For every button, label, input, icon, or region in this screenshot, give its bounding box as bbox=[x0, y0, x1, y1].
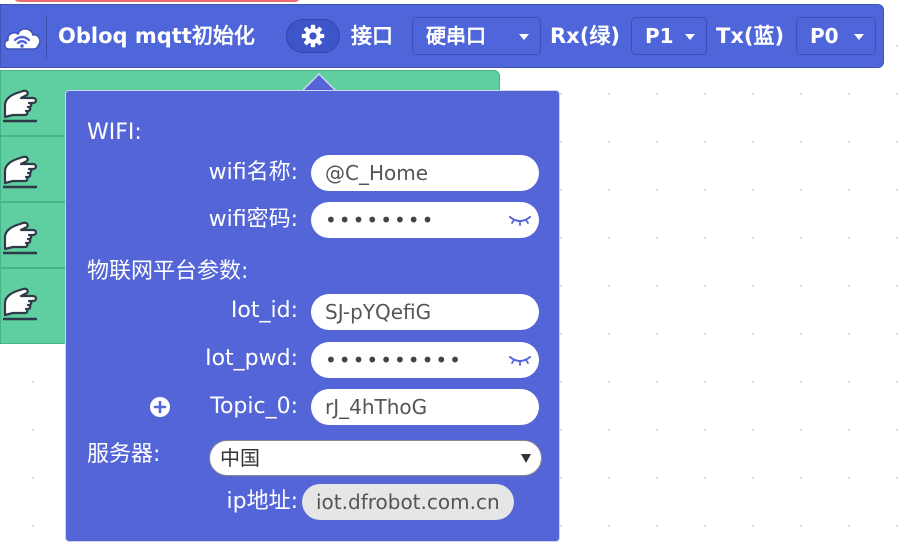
server-select-value: 中国 bbox=[220, 446, 260, 470]
ip-address-value: iot.dfrobot.com.cn bbox=[316, 490, 500, 514]
wifi-name-value: @C_Home bbox=[325, 161, 429, 185]
server-label: 服务器: bbox=[87, 442, 161, 467]
popup-pointer bbox=[303, 75, 335, 91]
dropdown-arrow-icon bbox=[521, 454, 531, 463]
hand-icon bbox=[3, 89, 38, 123]
rx-dropdown-value: P1 bbox=[645, 24, 674, 48]
topic-field[interactable]: rJ_4hThoG bbox=[311, 389, 539, 425]
topic-label: Topic_0: bbox=[210, 394, 298, 419]
wifi-name-label: wifi名称: bbox=[208, 160, 298, 185]
wifi-section-title: WIFI: bbox=[87, 120, 142, 145]
wifi-password-label: wifi密码: bbox=[208, 207, 298, 232]
rx-label: Rx(绿) bbox=[550, 24, 620, 48]
server-select[interactable]: 中国 bbox=[209, 440, 542, 476]
iot-id-value: SJ-pYQefiG bbox=[325, 300, 432, 324]
eye-closed-icon[interactable] bbox=[509, 214, 531, 226]
plus-icon[interactable] bbox=[149, 396, 171, 418]
interface-dropdown-value: 硬串口 bbox=[426, 24, 486, 48]
settings-gear-button[interactable] bbox=[286, 19, 340, 53]
chevron-down-icon bbox=[854, 34, 864, 40]
ip-label: ip地址: bbox=[226, 489, 299, 514]
iot-id-label: Iot_id: bbox=[230, 298, 298, 323]
tx-dropdown-value: P0 bbox=[810, 24, 839, 48]
red-block-top[interactable] bbox=[12, 0, 302, 2]
hand-icon bbox=[3, 155, 38, 189]
rx-dropdown[interactable]: P1 bbox=[631, 17, 707, 55]
iot-section-title: 物联网平台参数: bbox=[87, 259, 249, 284]
wifi-password-field[interactable]: •••••••• bbox=[311, 202, 539, 238]
iot-id-field[interactable]: SJ-pYQefiG bbox=[311, 294, 539, 330]
wifi-password-value: •••••••• bbox=[325, 208, 436, 232]
iot-password-label: Iot_pwd: bbox=[205, 346, 298, 371]
iot-password-value: •••••••••• bbox=[325, 348, 463, 372]
wifi-name-field[interactable]: @C_Home bbox=[311, 155, 539, 191]
settings-popup: WIFI: wifi名称: @C_Home wifi密码: •••••••• 物… bbox=[65, 90, 560, 542]
eye-closed-icon[interactable] bbox=[509, 354, 531, 366]
interface-dropdown[interactable]: 硬串口 bbox=[412, 17, 541, 55]
ip-address-field: iot.dfrobot.com.cn bbox=[302, 484, 514, 520]
hand-icon bbox=[3, 221, 38, 255]
tx-dropdown[interactable]: P0 bbox=[796, 17, 876, 55]
chevron-down-icon bbox=[519, 34, 529, 40]
chevron-down-icon bbox=[685, 34, 695, 40]
block-title: Obloq mqtt初始化 bbox=[58, 24, 255, 48]
wifi-cloud-icon bbox=[1, 11, 45, 63]
interface-label: 接口 bbox=[351, 24, 393, 48]
hand-icon bbox=[3, 287, 38, 321]
obloq-init-block[interactable]: Obloq mqtt初始化 接口 硬串口 Rx(绿) P1 Tx(蓝) P0 bbox=[0, 4, 884, 68]
iot-password-field[interactable]: •••••••••• bbox=[311, 342, 539, 378]
tx-label: Tx(蓝) bbox=[716, 24, 785, 48]
block-divider bbox=[46, 15, 47, 59]
topic-value: rJ_4hThoG bbox=[325, 395, 428, 419]
gear-icon bbox=[301, 24, 325, 48]
